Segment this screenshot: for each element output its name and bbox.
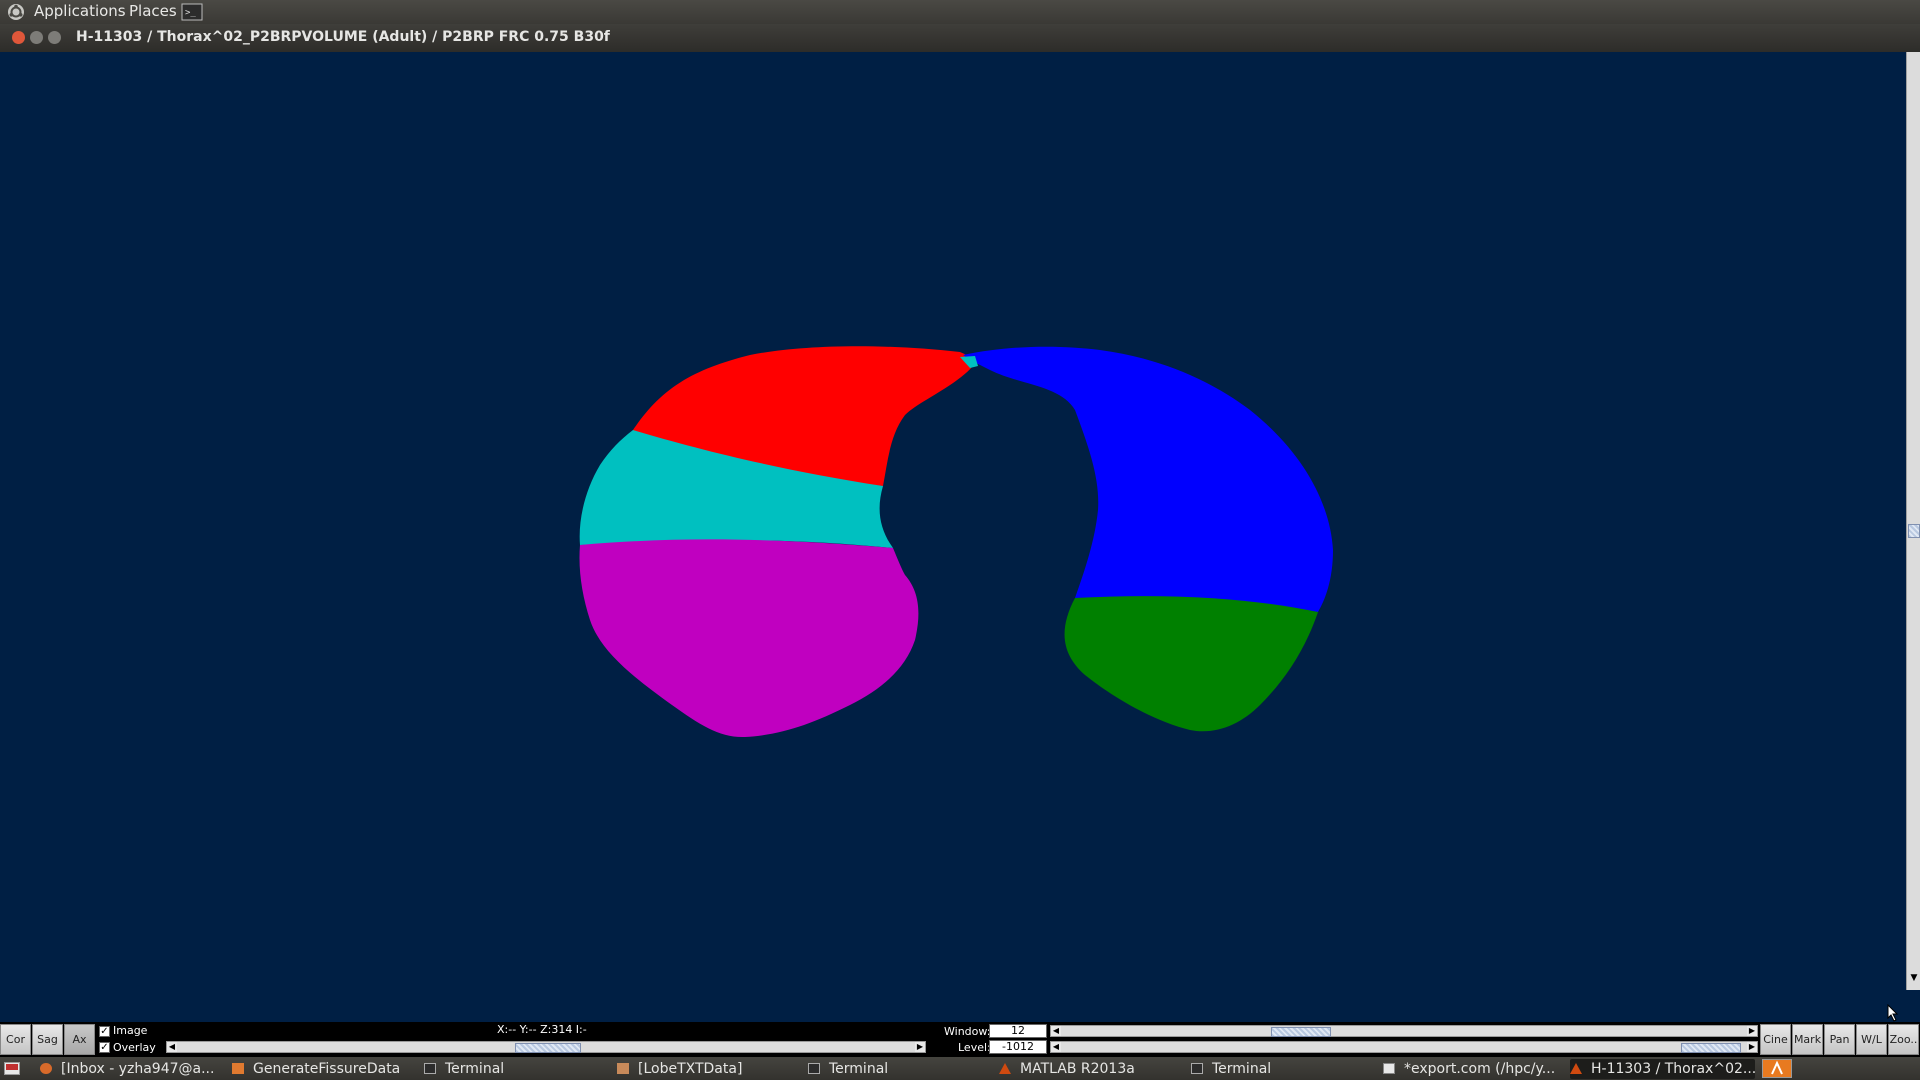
ubuntu-logo-icon[interactable] [7,3,25,21]
window-level-button[interactable]: W/L [1856,1024,1887,1055]
window-title-bar[interactable]: H-11303 / Thorax^02_P2BRPVOLUME (Adult) … [0,24,1920,53]
workspace-switcher-icon[interactable] [1762,1059,1792,1078]
matlab-icon [1570,1063,1582,1074]
level-slider-left-icon[interactable]: ◀ [1051,1042,1061,1052]
level-slider-right-icon[interactable]: ▶ [1747,1042,1757,1052]
top-panel: Applications Places >_ [0,0,1920,24]
scroll-down-icon[interactable]: ▼ [1908,972,1920,984]
terminal-icon [1191,1063,1203,1074]
window-slider-thumb[interactable] [1271,1027,1331,1037]
terminal-icon [808,1063,820,1074]
text-editor-icon [1383,1063,1395,1074]
terminal-launcher-icon[interactable]: >_ [181,3,203,21]
window-slider-left-icon[interactable]: ◀ [1051,1026,1061,1036]
window-value-field[interactable]: 12 [989,1024,1047,1038]
svg-text:>_: >_ [185,8,196,18]
image-checkbox[interactable]: ✓ [99,1026,110,1037]
window-label: Window: [944,1025,991,1038]
folder-icon [232,1063,244,1074]
scroll-left-icon[interactable]: ◀ [167,1042,177,1052]
taskbar-item-export[interactable]: *export.com (/hpc/y... [1383,1059,1558,1079]
slice-scrollbar[interactable]: ◀ ▶ [166,1041,926,1053]
taskbar-item-terminal-1[interactable]: Terminal [424,1059,594,1079]
taskbar-item-matlab[interactable]: MATLAB R2013a [999,1059,1169,1079]
zoom-button[interactable]: Zoo.. [1888,1024,1919,1055]
scroll-right-icon[interactable]: ▶ [915,1042,925,1052]
taskbar-item-terminal-3[interactable]: Terminal [1191,1059,1361,1079]
vertical-scroll-thumb[interactable] [1908,524,1920,538]
window-slider[interactable]: ◀ ▶ [1050,1025,1758,1037]
level-slider-thumb[interactable] [1681,1043,1741,1053]
matlab-icon [999,1063,1011,1074]
taskbar-item-terminal-2[interactable]: Terminal [808,1059,978,1079]
axial-view-button[interactable]: Ax [64,1024,95,1055]
level-label: Level: [958,1041,991,1054]
places-menu[interactable]: Places [129,2,177,20]
coronal-view-button[interactable]: Cor [0,1024,31,1055]
right-lower-lobe [579,539,919,738]
pan-button[interactable]: Pan [1824,1024,1855,1055]
taskbar-item-generatefissuredata[interactable]: GenerateFissureData [232,1059,412,1079]
overlay-checkbox-label: Overlay [113,1041,156,1054]
thunderbird-icon [40,1063,52,1074]
sagittal-view-button[interactable]: Sag [32,1024,63,1055]
image-checkbox-label: Image [113,1024,148,1037]
left-lower-lobe [1064,596,1318,732]
taskbar-item-lobetxtdata[interactable]: [LobeTXTData] [617,1059,787,1079]
terminal-icon [424,1063,436,1074]
show-desktop-icon[interactable] [4,1062,20,1075]
close-icon[interactable] [12,31,25,44]
slice-scroll-thumb[interactable] [515,1043,581,1053]
window-slider-right-icon[interactable]: ▶ [1747,1026,1757,1036]
image-viewport[interactable] [0,52,1906,1026]
folder-icon [617,1063,629,1074]
coordinate-readout: X:-- Y:-- Z:314 I:- [497,1023,587,1036]
level-value-field[interactable]: -1012 [989,1040,1047,1054]
minimize-icon[interactable] [30,31,43,44]
left-upper-lobe [963,346,1333,612]
taskbar-item-thunderbird[interactable]: [Inbox - yzha947@a... [40,1059,215,1079]
taskbar-item-h11303-viewer[interactable]: H-11303 / Thorax^02... [1570,1059,1755,1079]
applications-menu[interactable]: Applications [34,2,126,20]
lung-lobe-segmentation [579,346,1333,738]
window-title: H-11303 / Thorax^02_P2BRPVOLUME (Adult) … [76,29,610,45]
cine-button[interactable]: Cine [1760,1024,1791,1055]
mouse-cursor-icon [1887,1004,1899,1022]
vertical-scrollbar[interactable]: ▼ [1906,52,1920,990]
overlay-checkbox[interactable]: ✓ [99,1042,110,1053]
maximize-icon[interactable] [48,31,61,44]
mark-button[interactable]: Mark [1792,1024,1823,1055]
level-slider[interactable]: ◀ ▶ [1050,1041,1758,1053]
